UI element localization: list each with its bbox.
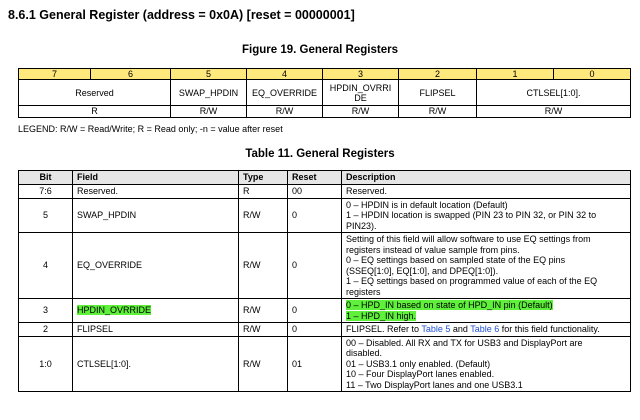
bit-cell: 7:6 xyxy=(18,184,73,199)
bit-number: 3 xyxy=(322,68,399,80)
description-line: registers xyxy=(346,286,381,297)
bit-number: 6 xyxy=(90,68,171,80)
description-line: 11 – Two DisplayPort lanes and one USB3.… xyxy=(346,379,523,390)
bit-number: 1 xyxy=(476,68,554,80)
register-table: Bit Field Type Reset Description 7:6 Res… xyxy=(18,170,631,392)
bit-cell: 3 xyxy=(18,298,73,323)
description-cell: Setting of this field will allow softwar… xyxy=(341,232,631,299)
access-type: R/W xyxy=(476,105,631,118)
reset-cell: 0 xyxy=(287,322,342,337)
field-cell: Reserved. xyxy=(72,184,239,199)
bit-cell: 1:0 xyxy=(18,335,73,392)
access-row: R R/W R/W R/W R/W R/W xyxy=(18,105,631,118)
description-cell: 00 – Disabled. All RX and TX for USB3 an… xyxy=(341,335,631,392)
column-header: Bit xyxy=(18,170,73,185)
register-map: 7 6 5 4 3 2 1 0 Reserved SWAP_HPDIN EQ_O… xyxy=(18,68,631,118)
reset-cell: 01 xyxy=(287,335,342,392)
field-cell: SWAP_HPDIN xyxy=(72,197,239,233)
access-type: R/W xyxy=(322,105,399,118)
field-cell: HPDIN_OVRRIDE xyxy=(72,298,239,323)
description-line: PIN23). xyxy=(346,220,377,231)
field-name-row: Reserved SWAP_HPDIN EQ_OVERRIDE HPDIN_OV… xyxy=(18,79,631,106)
access-type: R/W xyxy=(398,105,477,118)
type-cell: R/W xyxy=(238,335,288,392)
field-cell: CTLSEL[1:0]. xyxy=(72,335,239,392)
description-line: (SSEQ[1:0], EQ[1:0], and DPEQ[1:0]). xyxy=(346,265,499,276)
description-line: Reserved. xyxy=(346,186,388,196)
description-line: 01 – USB3.1 only enabled. (Default) xyxy=(346,358,491,369)
field-name: CTLSEL[1:0]. xyxy=(476,79,631,106)
reset-cell: 00 xyxy=(287,184,342,199)
bit-cell: 4 xyxy=(18,232,73,299)
description-line: Setting of this field will allow softwar… xyxy=(346,234,591,244)
section-title: 8.6.1 General Register (address = 0x0A) … xyxy=(8,8,355,22)
description-text: FLIPSEL. Refer to xyxy=(346,324,422,334)
bit-cell: 2 xyxy=(18,322,73,337)
table-row: 7:6 Reserved. R 00 Reserved. xyxy=(18,184,631,199)
table-row: 4 EQ_OVERRIDE R/W 0 Setting of this fiel… xyxy=(18,232,631,299)
field-name: SWAP_HPDIN xyxy=(170,79,247,106)
table-5-link[interactable]: Table 5 xyxy=(421,324,450,334)
description-line: registers instead of value sample from p… xyxy=(346,244,520,255)
highlighted-text: 0 – HPD_IN based on state of HPD_IN pin … xyxy=(346,300,553,310)
type-cell: R xyxy=(238,184,288,199)
description-line: disabled. xyxy=(346,348,383,358)
field-name: EQ_OVERRIDE xyxy=(246,79,323,106)
description-text: for this field functionality. xyxy=(499,324,600,334)
column-header: Reset xyxy=(287,170,342,185)
description-text: and xyxy=(450,324,471,334)
bit-number: 4 xyxy=(246,68,323,80)
description-cell: 0 – HPDIN is in default location (Defaul… xyxy=(341,197,631,233)
table-row: 5 SWAP_HPDIN R/W 0 0 – HPDIN is in defau… xyxy=(18,197,631,233)
reset-cell: 0 xyxy=(287,197,342,233)
table-header-row: Bit Field Type Reset Description xyxy=(18,170,631,185)
table-row: 1:0 CTLSEL[1:0]. R/W 01 00 – Disabled. A… xyxy=(18,335,631,392)
table-row: 3 HPDIN_OVRRIDE R/W 0 0 – HPD_IN based o… xyxy=(18,298,631,323)
field-name: FLIPSEL xyxy=(398,79,477,106)
description-line: 1 – HPD_IN high. xyxy=(346,310,626,322)
description-line: 0 – HPDIN is in default location (Defaul… xyxy=(346,199,508,210)
bit-number: 0 xyxy=(553,68,631,80)
field-cell: EQ_OVERRIDE xyxy=(72,232,239,299)
bit-number: 2 xyxy=(398,68,477,80)
access-type: R xyxy=(18,105,171,118)
type-cell: R/W xyxy=(238,197,288,233)
reset-cell: 0 xyxy=(287,298,342,323)
column-header: Description xyxy=(341,170,631,185)
field-name: HPDIN_OVRRIDE xyxy=(322,79,399,106)
type-cell: R/W xyxy=(238,298,288,323)
description-line: 00 – Disabled. All RX and TX for USB3 an… xyxy=(346,337,583,348)
description-line: 1 – HPDIN location is swapped (PIN 23 to… xyxy=(346,210,597,220)
column-header: Field xyxy=(72,170,239,185)
description-cell: Reserved. xyxy=(341,184,631,199)
table-title: Table 11. General Registers xyxy=(245,148,395,160)
access-type: R/W xyxy=(246,105,323,118)
type-cell: R/W xyxy=(238,232,288,299)
bit-cell: 5 xyxy=(18,197,73,233)
highlighted-text: 1 – HPD_IN high. xyxy=(346,310,417,321)
figure-title: Figure 19. General Registers xyxy=(242,44,398,56)
description-cell: 0 – HPD_IN based on state of HPD_IN pin … xyxy=(341,298,631,323)
legend: LEGEND: R/W = Read/Write; R = Read only;… xyxy=(18,124,283,134)
access-type: R/W xyxy=(170,105,247,118)
description-line: 0 – HPD_IN based on state of HPD_IN pin … xyxy=(346,300,626,311)
column-header: Type xyxy=(238,170,288,185)
bit-number-row: 7 6 5 4 3 2 1 0 xyxy=(18,68,631,80)
description-line: 10 – Four DisplayPort lanes enabled. xyxy=(346,369,495,379)
description-line: 1 – EQ settings based on programmed valu… xyxy=(346,276,598,286)
type-cell: R/W xyxy=(238,322,288,337)
field-cell: FLIPSEL xyxy=(72,322,239,337)
field-name: Reserved xyxy=(18,79,171,106)
bit-number: 7 xyxy=(18,68,91,80)
table-6-link[interactable]: Table 6 xyxy=(470,324,499,334)
table-row: 2 FLIPSEL R/W 0 FLIPSEL. Refer to Table … xyxy=(18,322,631,337)
reset-cell: 0 xyxy=(287,232,342,299)
description-line: 0 – EQ settings based on sampled state o… xyxy=(346,255,566,265)
highlighted-field: HPDIN_OVRRIDE xyxy=(77,305,152,316)
bit-number: 5 xyxy=(170,68,247,80)
description-cell: FLIPSEL. Refer to Table 5 and Table 6 fo… xyxy=(341,322,631,337)
